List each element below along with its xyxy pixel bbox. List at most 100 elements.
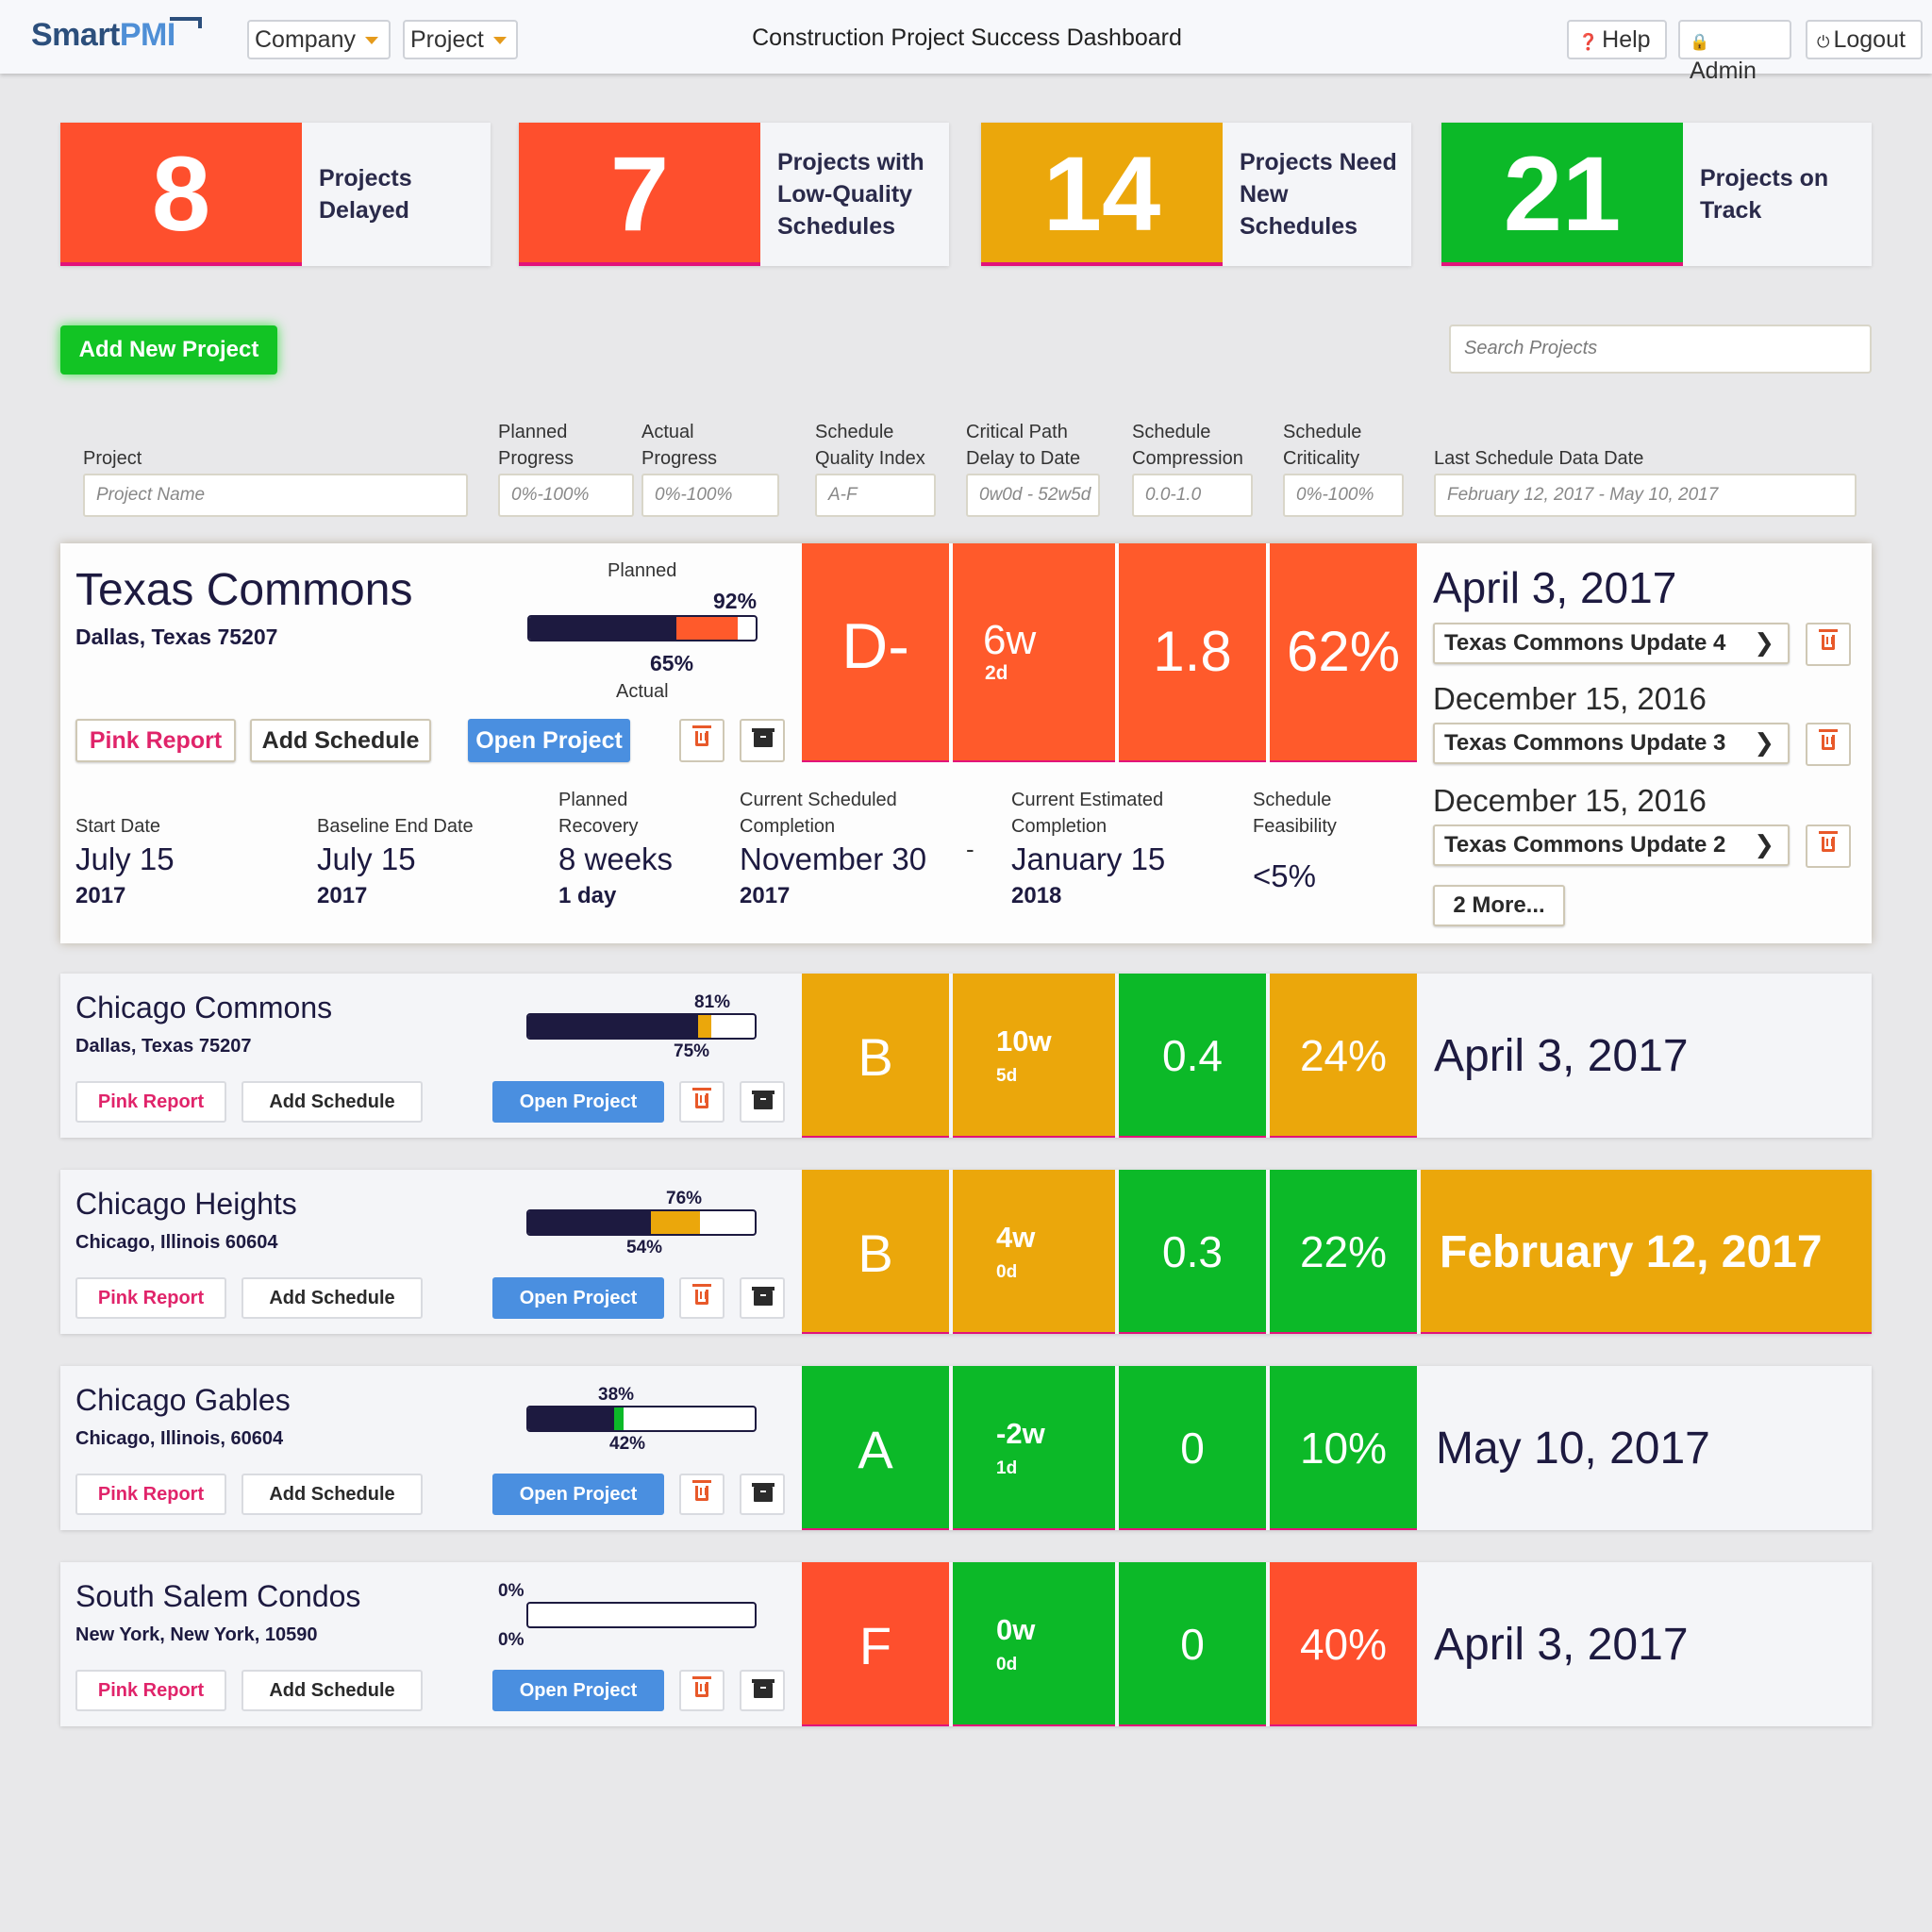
filter-project-input[interactable]: Project Name (83, 474, 468, 517)
trash-icon (692, 725, 711, 746)
start-date-value: July 15 (75, 841, 175, 876)
filter-compression-input[interactable]: 0.0-1.0 (1132, 474, 1253, 517)
add-schedule-button[interactable]: Add Schedule (242, 1474, 423, 1515)
actual-percent: 54% (626, 1238, 663, 1257)
pink-report-button[interactable]: Pink Report (75, 1474, 226, 1515)
delay-days: 0d (996, 1262, 1018, 1282)
project-location: Dallas, Texas 75207 (75, 1036, 252, 1057)
summary-count: 14 (981, 123, 1223, 266)
schedule-quality-grade-cell: F (802, 1562, 949, 1726)
schedule-quality-grade-cell: B (802, 974, 949, 1138)
project-dropdown[interactable]: Project (403, 20, 518, 59)
filter-sqi-input[interactable]: A-F (815, 474, 936, 517)
schedule-criticality-cell: 22% (1270, 1170, 1417, 1334)
archive-project-button[interactable] (740, 1277, 785, 1319)
filter-cpd-input[interactable]: 0w0d - 52w5d (966, 474, 1100, 517)
criticality-value: 40% (1299, 1620, 1388, 1669)
delete-project-button[interactable] (679, 1081, 724, 1123)
delete-project-button[interactable] (679, 1670, 724, 1711)
archive-project-button[interactable] (740, 1670, 785, 1711)
admin-button[interactable]: 🔒 Admin (1678, 20, 1791, 84)
filter-actual-input[interactable]: 0%-100% (641, 474, 779, 517)
summary-card-on-track[interactable]: 21 Projects on Track (1441, 123, 1872, 266)
add-schedule-button[interactable]: Add Schedule (242, 1277, 423, 1319)
delete-schedule-button[interactable] (1806, 723, 1851, 766)
actual-progress-fill (528, 1015, 698, 1038)
baseline-end-year: 2017 (317, 883, 368, 908)
actual-progress-fill (529, 617, 676, 640)
schedule-update-link[interactable]: Texas Commons Update 4 ❯ (1433, 623, 1790, 664)
planned-recovery-value: 8 weeks (558, 841, 674, 876)
pink-report-button[interactable]: Pink Report (75, 1277, 226, 1319)
planned-recovery-sub: 1 day (558, 883, 617, 908)
baseline-end-label: Baseline End Date (317, 816, 474, 837)
last-schedule-date: April 3, 2017 (1434, 1031, 1689, 1081)
filter-planned-label: Planned Progress (498, 422, 575, 469)
project-name[interactable]: Chicago Gables (75, 1383, 291, 1418)
schedule-compression-cell: 0 (1119, 1366, 1266, 1530)
company-dropdown[interactable]: Company (247, 20, 391, 59)
filter-criticality-input[interactable]: 0%-100% (1283, 474, 1404, 517)
archive-project-button[interactable] (740, 1474, 785, 1515)
progress-bar (526, 1209, 757, 1236)
summary-count: 7 (519, 123, 760, 266)
help-button[interactable]: ❓ Help (1567, 20, 1667, 59)
critical-path-delay-cell: 4w 0d (953, 1170, 1115, 1334)
admin-label: Admin (1690, 58, 1757, 84)
filter-planned-input[interactable]: 0%-100% (498, 474, 634, 517)
add-schedule-button[interactable]: Add Schedule (242, 1081, 423, 1123)
search-projects-input[interactable]: Search Projects (1449, 325, 1872, 374)
smartpmi-logo[interactable]: SmartPMI (31, 17, 175, 54)
more-schedules-button[interactable]: 2 More... (1433, 885, 1565, 926)
caret-down-icon (492, 37, 507, 45)
schedule-update-link[interactable]: Texas Commons Update 2 ❯ (1433, 824, 1790, 866)
delete-project-button[interactable] (679, 1277, 724, 1319)
open-project-button[interactable]: Open Project (492, 1670, 664, 1711)
add-schedule-button[interactable]: Add Schedule (242, 1670, 423, 1711)
planned-percent: 92% (713, 589, 758, 613)
add-schedule-button[interactable]: Add Schedule (250, 719, 431, 762)
trash-icon (1819, 729, 1838, 750)
schedule-date: April 3, 2017 (1433, 563, 1677, 612)
project-name[interactable]: Chicago Heights (75, 1187, 297, 1222)
delete-project-button[interactable] (679, 1474, 724, 1515)
trash-icon (692, 1480, 711, 1501)
open-project-button[interactable]: Open Project (492, 1277, 664, 1319)
planned-progress-fill (698, 1015, 712, 1038)
add-new-project-button[interactable]: Add New Project (60, 325, 277, 375)
open-project-button[interactable]: Open Project (492, 1474, 664, 1515)
pink-report-button[interactable]: Pink Report (75, 719, 236, 762)
project-location: Chicago, Illinois 60604 (75, 1232, 278, 1253)
current-completion-label: Current Scheduled Completion (740, 790, 897, 837)
summary-card-delayed[interactable]: 8 Projects Delayed (60, 123, 491, 266)
criticality-value: 22% (1299, 1227, 1388, 1276)
schedule-update-link[interactable]: Texas Commons Update 3 ❯ (1433, 723, 1790, 764)
pink-report-button[interactable]: Pink Report (75, 1081, 226, 1123)
last-schedule-date: February 12, 2017 (1440, 1227, 1823, 1277)
delay-days: 2d (985, 662, 1008, 684)
critical-path-delay-cell: 10w 5d (953, 974, 1115, 1138)
progress-bar (526, 1602, 757, 1628)
open-project-button[interactable]: Open Project (468, 719, 630, 762)
delete-schedule-button[interactable] (1806, 824, 1851, 868)
summary-card-need-schedules[interactable]: 14 Projects Need New Schedules (981, 123, 1411, 266)
schedule-quality-grade-cell: D- (802, 543, 949, 762)
filter-compression-label: Schedule Compression (1132, 422, 1243, 469)
project-dropdown-label: Project (410, 26, 484, 53)
actual-percent: 42% (609, 1434, 646, 1454)
project-name[interactable]: Texas Commons (75, 564, 412, 616)
open-project-button[interactable]: Open Project (492, 1081, 664, 1123)
archive-project-button[interactable] (740, 719, 785, 762)
schedule-quality-grade-cell: A (802, 1366, 949, 1530)
project-name[interactable]: Chicago Commons (75, 991, 332, 1025)
pink-report-button[interactable]: Pink Report (75, 1670, 226, 1711)
archive-project-button[interactable] (740, 1081, 785, 1123)
delete-project-button[interactable] (679, 719, 724, 762)
filter-last-date-input[interactable]: February 12, 2017 - May 10, 2017 (1434, 474, 1857, 517)
progress-bar (526, 1013, 757, 1040)
project-name[interactable]: South Salem Condos (75, 1579, 360, 1614)
logout-button[interactable]: ⏻ Logout (1806, 20, 1923, 59)
summary-card-low-quality[interactable]: 7 Projects with Low-Quality Schedules (519, 123, 949, 266)
delete-schedule-button[interactable] (1806, 623, 1851, 666)
estimated-completion-value: January 15 (1011, 841, 1166, 876)
